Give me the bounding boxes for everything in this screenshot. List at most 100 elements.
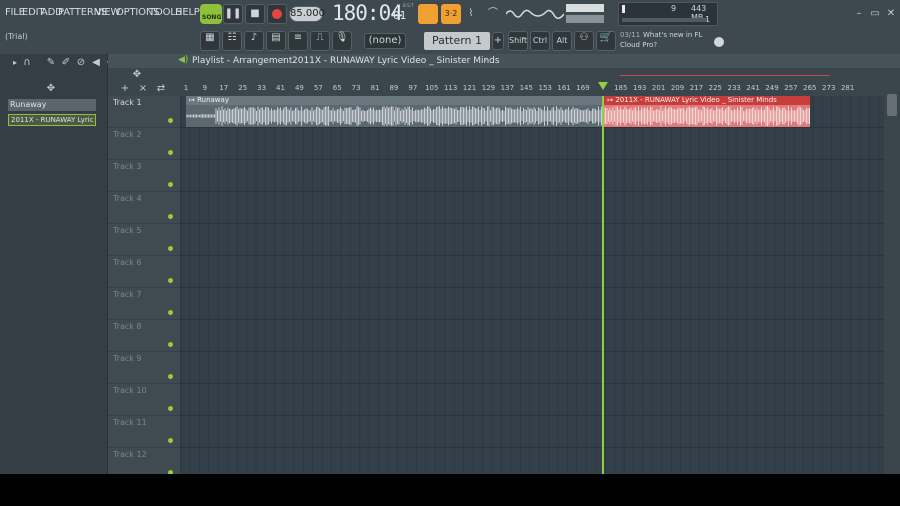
track-mute-led[interactable] [168,246,173,251]
track-move-icon[interactable]: ✥ [130,68,144,82]
track-header[interactable]: Track 5 [108,224,180,256]
browser-item-runaway[interactable]: Runaway [8,99,96,111]
pattern-none-select[interactable]: (none) [364,33,406,49]
alt-button[interactable]: Alt [552,31,572,51]
track-mute-led[interactable] [168,406,173,411]
track-mute-led[interactable] [168,150,173,155]
mixer-icon[interactable]: ≡ [288,31,308,51]
track-mute-led[interactable] [168,342,173,347]
ruler-tick: 113 [444,84,457,92]
tempo-display[interactable]: 85.000 [289,6,323,22]
vertical-scrollbar[interactable] [884,82,900,474]
plugin-picker-icon[interactable]: ⎍ [310,31,330,51]
pat-song-toggle[interactable]: SONG [200,4,222,24]
track-header[interactable]: Track 8 [108,320,180,352]
stop-icon: ■ [250,8,259,19]
ruler-tick: 137 [501,84,514,92]
browser-item-lyric-video[interactable]: 2011X - RUNAWAY Lyric Vi... [8,114,96,126]
track-mute-led[interactable] [168,278,173,283]
pencil-icon[interactable]: ✎ [44,56,58,70]
ruler-tick: 281 [841,84,854,92]
track-mute-led[interactable] [168,310,173,315]
blend-notes-icon[interactable]: ⌇ [464,7,478,21]
news-counter: 03/11 [620,31,640,39]
countdown-icon[interactable]: 3·2 [441,4,461,24]
track-header[interactable]: Track 11 [108,416,180,448]
clip-label: ↦ Runaway [189,96,229,104]
fl-studio-window: FILE EDIT ADD PATTERNS VIEW OPTIONS TOOL… [0,0,900,474]
song-scrollbar[interactable] [180,70,884,82]
track-name: Track 10 [113,386,147,395]
pause-button[interactable]: ❚❚ [223,4,243,24]
globe-icon[interactable] [714,37,724,47]
track-mute-led[interactable] [168,438,173,443]
track-header[interactable]: Track 12 [108,448,180,474]
audio-clip-lyric-video[interactable]: ↦ 2011X - RUNAWAY Lyric Video _ Sinister… [604,96,810,127]
master-pitch-slider[interactable] [566,15,604,23]
remove-track-icon[interactable]: × [136,82,150,96]
add-track-icon[interactable]: + [118,82,132,96]
tutorial-icon[interactable]: ⚇ [574,31,594,51]
playhead-marker[interactable] [598,82,608,90]
track-mute-led[interactable] [168,214,173,219]
wait-input-icon[interactable]: ⌒ [486,7,500,21]
magnet-icon[interactable]: ∩ [20,56,34,70]
clip-waveform [604,105,810,127]
ruler-tick: 73 [352,84,361,92]
track-header[interactable]: Track 1 [108,96,180,128]
scroll-thumb[interactable] [887,94,897,116]
audio-clip-runaway[interactable]: ↦ Runaway [186,96,604,127]
track-header[interactable]: Track 10 [108,384,180,416]
track-name: Track 2 [113,130,142,139]
track-header[interactable]: Track 6 [108,256,180,288]
ruler-tick: 193 [633,84,646,92]
track-header[interactable]: Track 7 [108,288,180,320]
snap-icon[interactable]: ⇄ [154,82,168,96]
piano-roll-icon[interactable]: ♪ [244,31,264,51]
metronome-icon[interactable] [418,4,438,24]
shift-button[interactable]: Shift [508,31,528,51]
track-header[interactable]: Track 3 [108,160,180,192]
shop-icon[interactable]: 🛒 [596,31,616,51]
ruler-tick: 265 [803,84,816,92]
track-mute-led[interactable] [168,182,173,187]
delete-icon[interactable]: ⊘ [74,56,88,70]
playhead[interactable] [602,96,604,474]
channel-rack-icon[interactable]: ☷ [222,31,242,51]
move-icon[interactable]: ✥ [44,82,58,96]
playlist-window-icon[interactable]: ▦ [200,31,220,51]
track-header[interactable]: Track 9 [108,352,180,384]
record-button[interactable] [267,4,287,24]
track-header[interactable]: Track 4 [108,192,180,224]
cpu-meter [622,5,625,13]
add-pattern-button[interactable]: + [492,32,504,50]
track-header[interactable]: Track 2 [108,128,180,160]
ruler-tick: 89 [389,84,398,92]
paint-icon[interactable]: ✐ [59,56,73,70]
pattern-selector[interactable]: Pattern 1 [424,32,490,50]
track-mute-led[interactable] [168,374,173,379]
ruler-tick: 25 [238,84,247,92]
ruler-tick: 105 [425,84,438,92]
news-line2[interactable]: Cloud Pro? [620,41,657,49]
restore-icon[interactable]: ▭ [868,7,882,21]
menu-help[interactable]: HELP [175,7,200,18]
track-mute-led[interactable] [168,118,173,123]
news-line1[interactable]: What's new in FL [643,31,702,39]
browser-window-icon[interactable]: ▤ [266,31,286,51]
timeline-ruler[interactable]: 1 9 17 25 33 41 49 57 65 73 81 89 97 105 113 121 129 137 1… [180,82,884,96]
stop-button[interactable]: ■ [245,4,265,24]
track-name: Track 7 [113,290,142,299]
mute-icon[interactable]: ◀ [89,56,103,70]
playlist-speaker-icon[interactable]: ◀) [178,55,188,65]
master-volume-slider[interactable] [566,4,604,12]
close-icon[interactable]: ✕ [884,7,898,21]
song-position-time[interactable]: 180:04 [332,1,402,27]
microphone-icon[interactable]: 🎙 [332,31,352,51]
playlist-header: ◀) Playlist - Arrangement › 2011X - RUNA… [108,54,900,68]
minimize-icon[interactable]: – [852,7,866,21]
playlist-grid[interactable]: ↦ Runaway ↦ 2011X - RUNAWAY Lyric Video _… [180,96,884,474]
ctrl-button[interactable]: Ctrl [530,31,550,51]
ruler-tick: 233 [728,84,741,92]
toolbar-row: (Trial) ▦ ☷ ♪ ▤ ≡ ⎍ 🎙 (none) Pattern 1 +… [0,28,900,54]
